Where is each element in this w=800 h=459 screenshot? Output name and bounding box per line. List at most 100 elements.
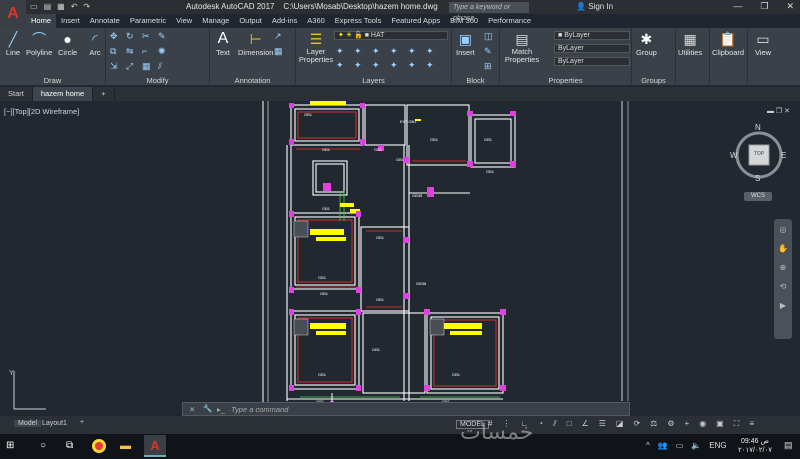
viewcube-south[interactable]: S <box>755 174 760 183</box>
edit-block-icon[interactable]: ✎ <box>484 46 496 57</box>
customize-cmd-icon[interactable]: 🔧 <box>203 404 212 413</box>
transparency-icon[interactable]: ◪ <box>616 419 624 429</box>
layer-lock-icon[interactable]: ✦ <box>390 46 402 57</box>
autocad-taskbar-icon[interactable]: A <box>144 435 166 457</box>
lineweight-icon[interactable]: ☰ <box>599 419 606 429</box>
unlock-layer-icon[interactable]: ✦ <box>390 60 402 71</box>
isolate-objects-icon[interactable]: ◉ <box>699 419 706 429</box>
maximize-icon[interactable]: ❐ <box>760 1 768 12</box>
annotation-panel-title[interactable]: Annotation <box>210 76 295 85</box>
drawing-viewport[interactable]: [−][Top][2D Wireframe] ▬ ❐ ✕ GB1 GB1 GB1… <box>0 101 800 415</box>
volume-icon[interactable]: 🔈 <box>691 441 701 450</box>
ribbon-tab-bim-360[interactable]: BIM 360 <box>445 14 483 28</box>
ribbon-tab-output[interactable]: Output <box>234 14 267 28</box>
task-search-icon[interactable]: ○ <box>40 440 46 451</box>
draw-panel-title[interactable]: Draw <box>0 76 105 85</box>
network-icon[interactable]: ▭ <box>676 441 684 450</box>
viewcube-top-label[interactable]: TOP <box>752 151 766 157</box>
ribbon-tab-performance[interactable]: Performance <box>483 14 536 28</box>
customization-icon[interactable]: ≡ <box>749 419 754 429</box>
linetype-dropdown[interactable]: ByLayer <box>554 57 630 66</box>
otrack-icon[interactable]: ∠ <box>582 419 589 429</box>
layer-freeze-icon[interactable]: ✦ <box>372 46 384 57</box>
layer-properties-tool[interactable]: ☰ Layer Properties <box>298 30 334 64</box>
attribute-icon[interactable]: ⊞ <box>484 61 496 72</box>
clean-screen-icon[interactable]: ⛶ <box>734 419 740 429</box>
dimension-tool[interactable]: ⊢ Dimension <box>238 30 273 58</box>
trim-icon[interactable]: ✂ <box>142 31 154 42</box>
language-indicator[interactable]: ENG <box>709 441 726 450</box>
zoom-extents-icon[interactable]: ⊕ <box>780 263 787 272</box>
file-explorer-icon[interactable]: ▬ <box>120 440 131 452</box>
windows-start-icon[interactable]: ⊞ <box>6 440 14 451</box>
new-icon[interactable]: ▭ <box>30 2 38 11</box>
model-tab[interactable]: Model <box>14 420 42 427</box>
orbit-icon[interactable]: ⟲ <box>780 282 787 291</box>
add-layout-button[interactable]: + <box>80 419 84 426</box>
ribbon-tab-featured-apps[interactable]: Featured Apps <box>386 14 445 28</box>
annotation-monitor-icon[interactable]: + <box>685 419 690 429</box>
layer-on-icon[interactable]: ✦ <box>336 60 348 71</box>
block-panel-title[interactable]: Block <box>452 76 499 85</box>
copy-icon[interactable]: ⧉ <box>110 46 122 57</box>
ribbon-tab-view[interactable]: View <box>171 14 197 28</box>
rotate-icon[interactable]: ↻ <box>126 31 138 42</box>
move-icon[interactable]: ✥ <box>110 31 122 42</box>
offset-icon[interactable]: ⫽ <box>158 61 170 72</box>
save-icon[interactable]: ▦ <box>57 2 65 11</box>
pan-icon[interactable]: ✋ <box>778 244 788 253</box>
match-layer-icon[interactable]: ✦ <box>426 46 438 57</box>
clipboard-tool[interactable]: 📋 Clipboard <box>712 30 744 58</box>
command-input[interactable]: Type a command <box>231 405 288 414</box>
match-properties-tool[interactable]: ▤ Match Properties <box>504 30 540 64</box>
erase-icon[interactable]: ✎ <box>158 31 170 42</box>
thaw-icon[interactable]: ✦ <box>372 60 384 71</box>
group-tool[interactable]: ✱ Group <box>636 30 657 58</box>
close-icon[interactable]: ✕ <box>786 1 794 12</box>
scale-icon[interactable]: ⤢ <box>126 61 138 72</box>
selection-cycling-icon[interactable]: ⟳ <box>633 419 640 429</box>
notifications-icon[interactable]: ▤ <box>784 440 793 451</box>
steering-wheel-icon[interactable]: ◎ <box>780 225 787 234</box>
clock[interactable]: 09:46 ص ٢٠١٧/٠٢/٠٧ <box>738 437 772 455</box>
make-current-icon[interactable]: ✦ <box>408 46 420 57</box>
layer-isolate-icon[interactable]: ✦ <box>354 46 366 57</box>
open-icon[interactable]: ▤ <box>44 2 52 11</box>
properties-panel-title[interactable]: Properties <box>500 76 631 85</box>
line-tool[interactable]: ╱ Line <box>4 30 22 58</box>
polyline-tool[interactable]: ⌒ Polyline <box>26 30 52 57</box>
polar-icon[interactable]: ◔ <box>538 419 543 429</box>
groups-panel-title[interactable]: Groups <box>632 76 675 85</box>
viewcube-east[interactable]: E <box>781 151 786 160</box>
layer-states-icon[interactable]: ✦ <box>426 60 438 71</box>
command-line[interactable]: ✕ 🔧 ▸_ Type a command <box>182 402 630 416</box>
layer-dropdown[interactable]: ✦ ☀ 🔓 ■ HAT <box>334 31 448 40</box>
drawing-tab[interactable]: hazem home <box>32 87 94 101</box>
start-tab[interactable]: Start <box>0 87 33 101</box>
layers-panel-title[interactable]: Layers <box>296 76 451 85</box>
array-icon[interactable]: ▦ <box>142 61 154 72</box>
arc-tool[interactable]: ◜ Arc <box>86 30 104 58</box>
viewcube-west[interactable]: W <box>730 151 738 160</box>
layout1-tab[interactable]: Layout1 <box>42 420 67 427</box>
stretch-icon[interactable]: ⇲ <box>110 61 122 72</box>
layer-off-icon[interactable]: ✦ <box>336 46 348 57</box>
redo-icon[interactable]: ↷ <box>83 2 90 11</box>
ribbon-tab-parametric[interactable]: Parametric <box>125 14 171 28</box>
view-tool[interactable]: ▭ View <box>754 30 772 58</box>
wcs-button[interactable]: WCS <box>744 192 772 201</box>
explode-icon[interactable]: ✺ <box>158 46 170 57</box>
table-icon[interactable]: ▦ <box>274 46 286 57</box>
unisolate-icon[interactable]: ✦ <box>354 60 366 71</box>
workspace-icon[interactable]: ⚙ <box>667 419 674 429</box>
application-menu-button[interactable]: A <box>0 0 26 28</box>
ribbon-tab-home[interactable]: Home <box>26 14 57 28</box>
utilities-tool[interactable]: ▦ Utilities <box>678 30 702 58</box>
sign-in-button[interactable]: 👤 Sign In <box>576 2 613 11</box>
people-icon[interactable]: 👥 <box>658 441 668 450</box>
new-tab-button[interactable]: + <box>93 87 115 101</box>
chrome-icon[interactable] <box>92 439 106 453</box>
annotation-scale-icon[interactable]: ⚖ <box>650 419 657 429</box>
insert-tool[interactable]: ▣ Insert <box>456 30 475 58</box>
leader-icon[interactable]: ↗ <box>274 31 286 42</box>
